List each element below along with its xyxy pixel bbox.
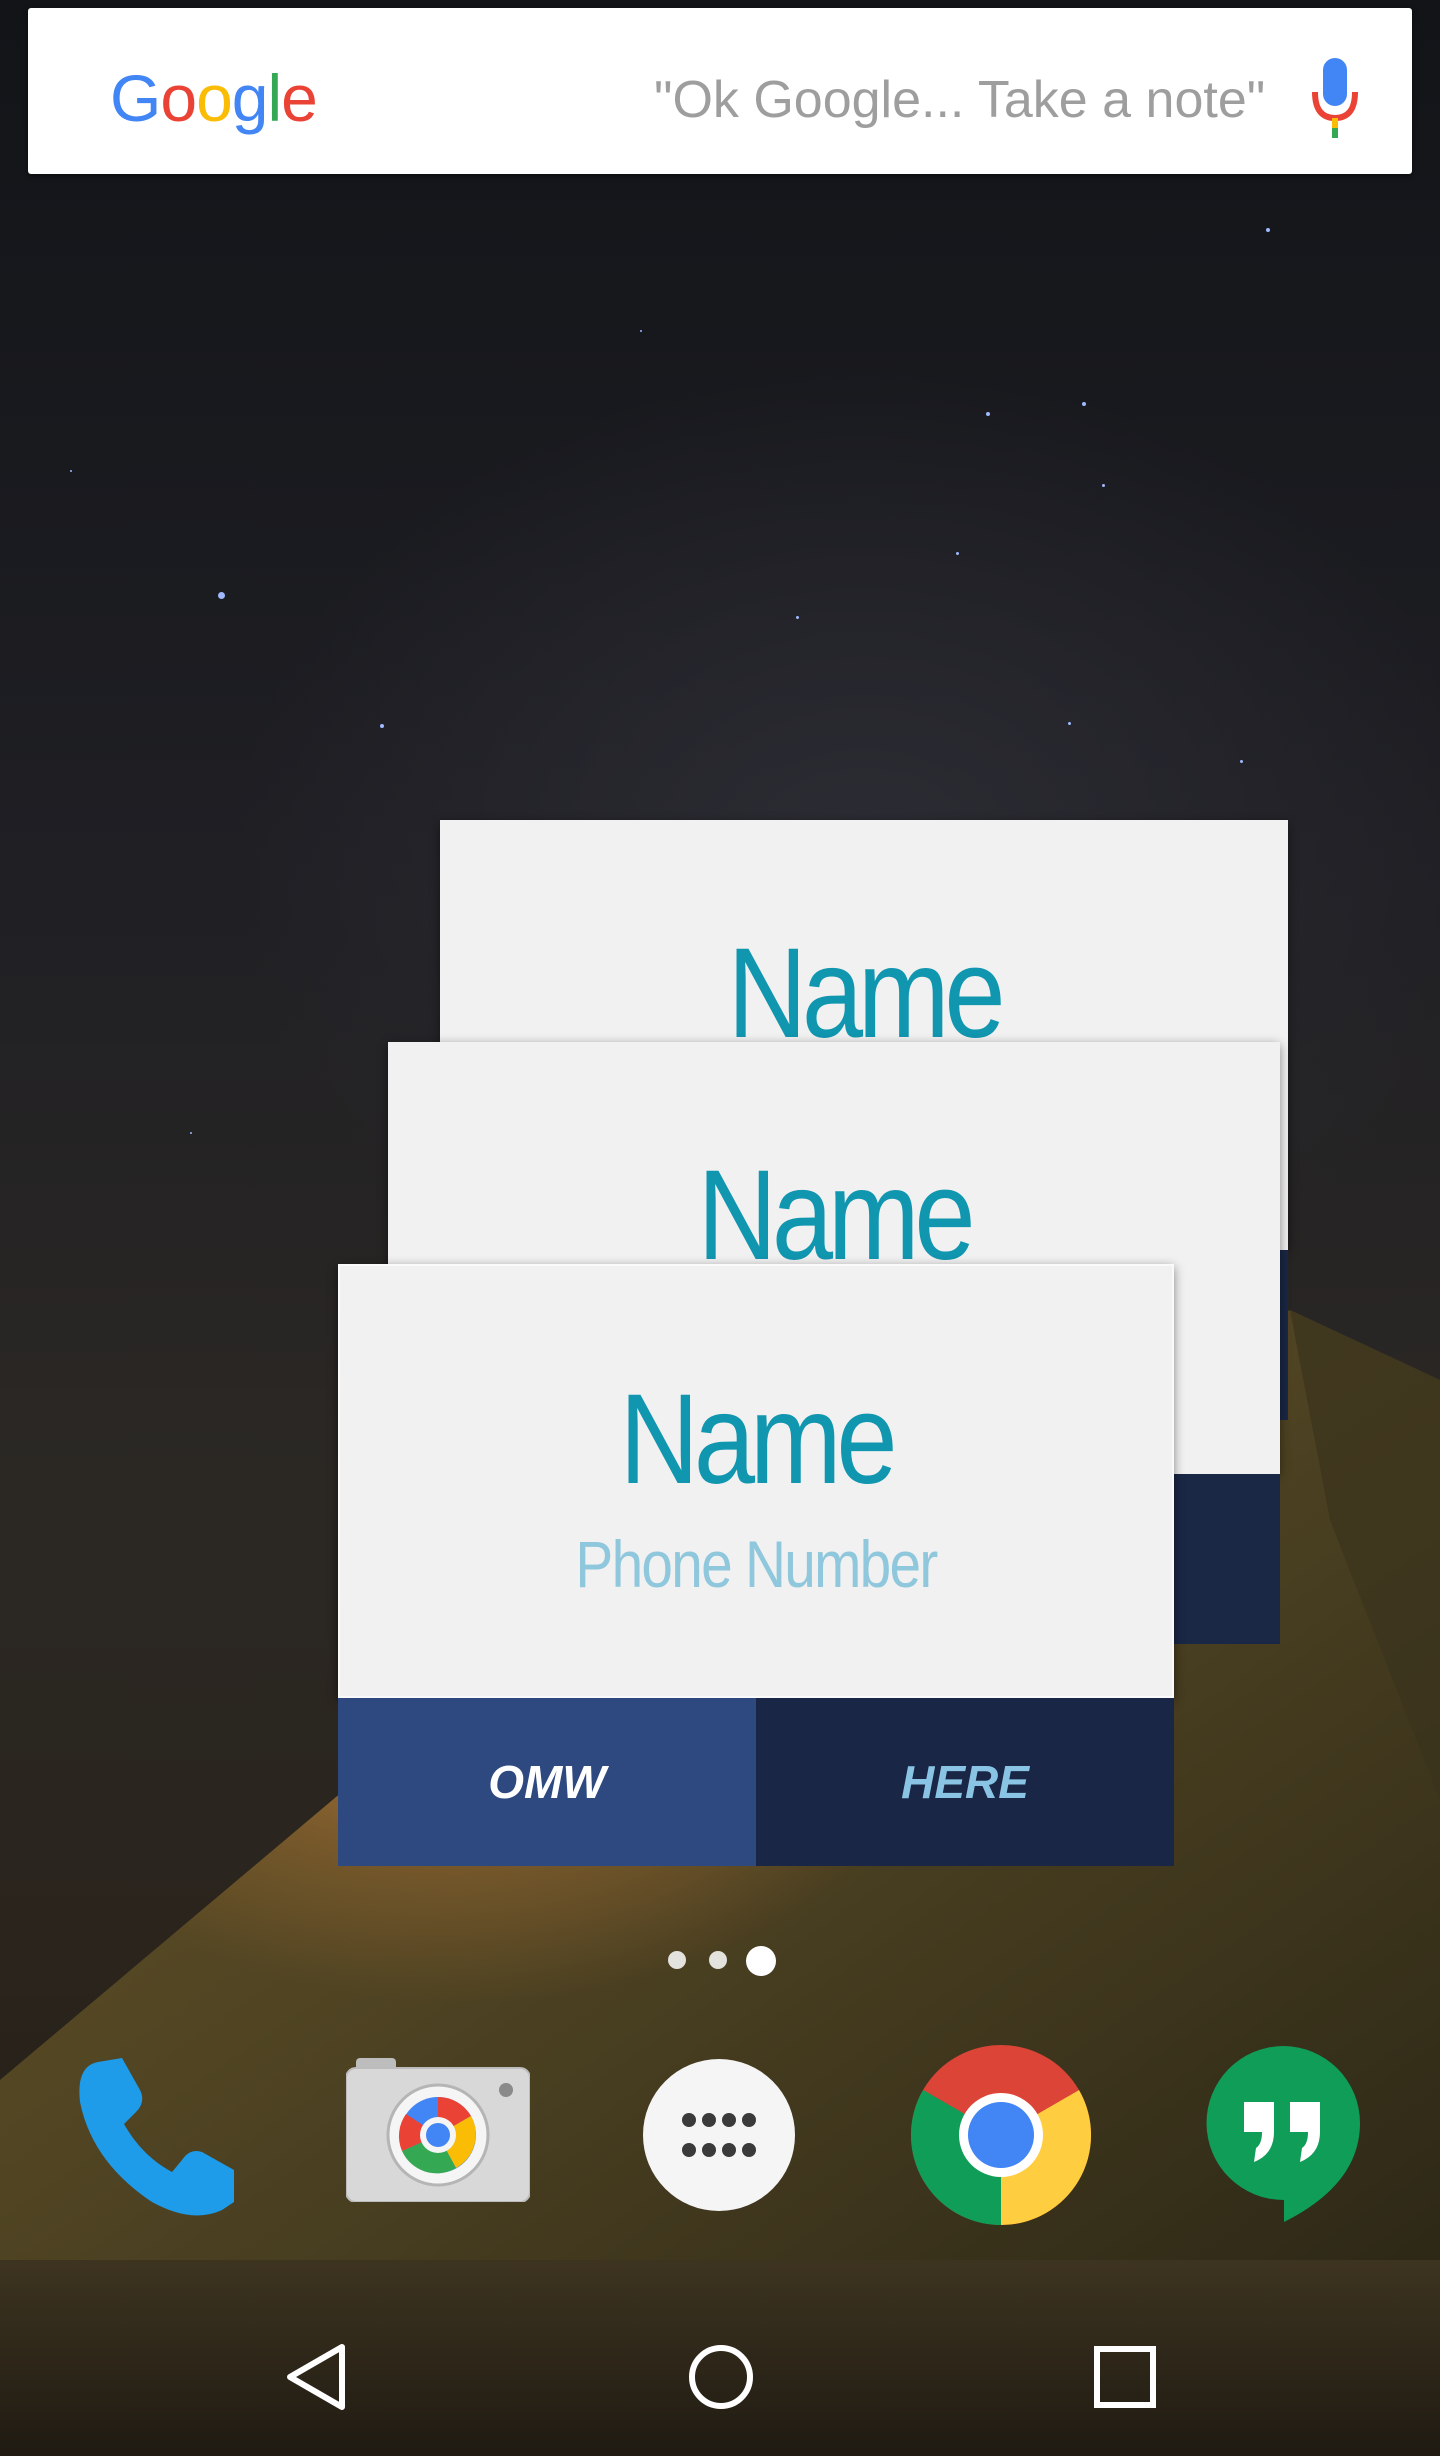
logo-letter: g: [231, 61, 269, 135]
hangouts-icon[interactable]: [1204, 2044, 1362, 2226]
page-dot: [709, 1951, 727, 1969]
google-logo: Google: [110, 60, 318, 136]
chrome-icon[interactable]: [910, 2044, 1092, 2226]
logo-letter: o: [196, 61, 233, 135]
logo-letter: o: [160, 61, 197, 135]
logo-letter: l: [267, 61, 283, 135]
logo-letter: e: [281, 61, 318, 135]
recents-icon[interactable]: [1092, 2344, 1158, 2410]
page-indicator: [664, 1944, 784, 1976]
logo-letter: G: [110, 61, 161, 135]
camera-icon[interactable]: [346, 2056, 530, 2202]
contact-name: Name: [619, 1368, 898, 1511]
card-button-strip: [1174, 1474, 1280, 1644]
contact-card-front[interactable]: Name Phone Number: [338, 1264, 1174, 1698]
phone-icon[interactable]: [72, 2052, 238, 2218]
mic-icon[interactable]: [1310, 58, 1360, 138]
home-icon[interactable]: [686, 2342, 756, 2412]
page-dot-current: [746, 1946, 776, 1976]
here-button[interactable]: HERE: [756, 1698, 1174, 1866]
back-icon[interactable]: [282, 2342, 352, 2412]
contact-phone: Phone Number: [575, 1527, 938, 1601]
google-search-bar[interactable]: Google "Ok Google... Take a note": [28, 8, 1412, 174]
search-hint[interactable]: "Ok Google... Take a note": [654, 70, 1265, 130]
omw-button[interactable]: OMW: [338, 1698, 756, 1866]
app-drawer-icon[interactable]: [642, 2058, 796, 2212]
page-dot: [668, 1951, 686, 1969]
